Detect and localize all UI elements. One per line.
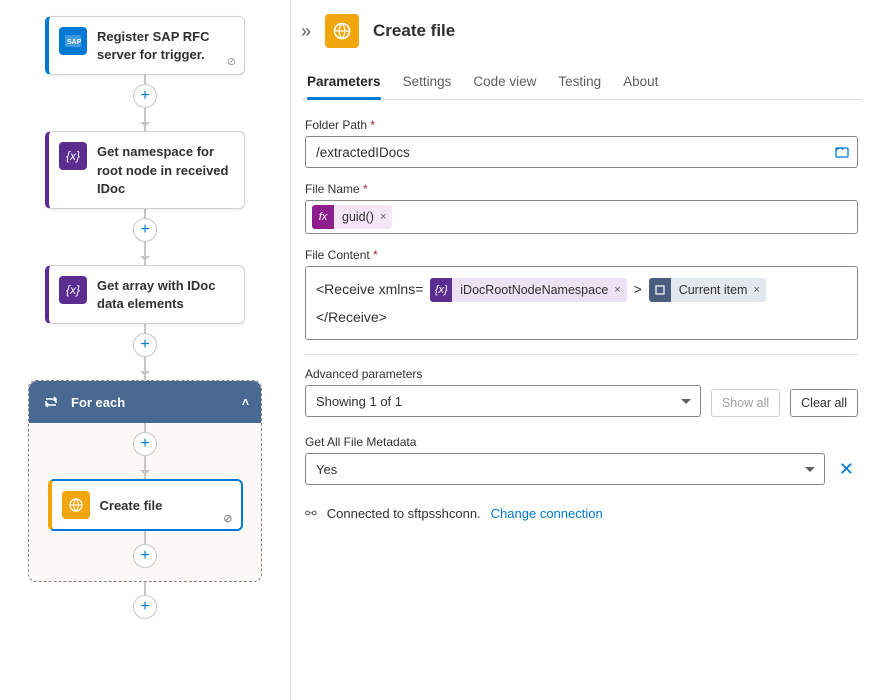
node-label: Get array with IDoc data elements (97, 276, 234, 313)
clear-all-button[interactable]: Clear all (790, 389, 858, 417)
detail-panel: » Create file Parameters Settings Code v… (290, 0, 880, 700)
foreach-label: For each (71, 395, 125, 410)
loop-icon (41, 392, 61, 412)
field-file-name: File Name * fx guid() × (305, 182, 858, 234)
tab-settings[interactable]: Settings (403, 66, 452, 99)
foreach-container[interactable]: For each ˄ + Create file ⊘ + (28, 380, 262, 582)
metadata-row: Yes ✕ (305, 453, 858, 485)
file-name-input[interactable]: fx guid() × (305, 200, 858, 234)
variable-icon: {x} (59, 276, 87, 304)
folder-picker-icon[interactable] (832, 142, 852, 162)
connector: + (29, 531, 261, 567)
connector: + (29, 423, 261, 479)
add-step-button[interactable]: + (133, 544, 157, 568)
add-step-button[interactable]: + (133, 218, 157, 242)
node-register-sap[interactable]: SAP Register SAP RFC server for trigger.… (45, 16, 245, 75)
panel-header: » Create file (301, 14, 862, 48)
remove-token-icon[interactable]: × (614, 276, 626, 304)
remove-token-icon[interactable]: × (753, 276, 765, 304)
file-content-input[interactable]: <Receive xmlns= {x} iDocRootNodeNamespac… (305, 266, 858, 340)
remove-token-icon[interactable]: × (380, 211, 392, 223)
collapse-panel-button[interactable]: » (301, 15, 319, 48)
add-step-button[interactable]: + (133, 595, 157, 619)
connector: + (0, 324, 290, 380)
change-connection-link[interactable]: Change connection (491, 506, 603, 521)
node-create-file[interactable]: Create file ⊘ (48, 479, 243, 531)
panel-title: Create file (373, 21, 455, 41)
node-get-array[interactable]: {x} Get array with IDoc data elements (45, 265, 245, 324)
add-step-button[interactable]: + (133, 333, 157, 357)
item-icon (649, 278, 671, 302)
divider (305, 354, 858, 355)
field-folder-path: Folder Path * (305, 118, 858, 168)
variable-token[interactable]: {x} iDocRootNodeNamespace × (430, 278, 626, 302)
designer-canvas: SAP Register SAP RFC server for trigger.… (0, 0, 290, 700)
advanced-params-label: Advanced parameters (305, 367, 858, 381)
connector: + (0, 582, 290, 618)
link-icon: ⚯ (305, 505, 317, 522)
current-item-token[interactable]: Current item × (649, 278, 766, 302)
node-label: Get namespace for root node in received … (97, 142, 234, 198)
variable-icon: {x} (59, 142, 87, 170)
chevron-up-icon: ˄ (242, 395, 249, 409)
tab-bar: Parameters Settings Code view Testing Ab… (301, 66, 862, 100)
field-file-content: File Content * <Receive xmlns= {x} iDocR… (305, 248, 858, 340)
fx-icon: fx (312, 205, 334, 229)
tab-testing[interactable]: Testing (558, 66, 601, 99)
foreach-header[interactable]: For each ˄ (29, 381, 261, 423)
advanced-params-select[interactable]: Showing 1 of 1 (305, 385, 701, 417)
remove-param-button[interactable]: ✕ (835, 455, 858, 484)
advanced-params-row: Showing 1 of 1 Show all Clear all (305, 385, 858, 417)
node-label: Register SAP RFC server for trigger. (97, 27, 234, 64)
field-label: Folder Path * (305, 118, 858, 132)
tab-parameters[interactable]: Parameters (307, 66, 381, 99)
sftp-icon (325, 14, 359, 48)
connector: + (0, 209, 290, 265)
fx-token[interactable]: fx guid() × (312, 205, 392, 229)
connector: + (0, 75, 290, 131)
svg-text:SAP: SAP (67, 39, 81, 46)
add-step-button[interactable]: + (133, 432, 157, 456)
node-label: Create file (100, 498, 163, 513)
link-icon: ⊘ (223, 512, 232, 525)
field-label: File Content * (305, 248, 858, 262)
metadata-select[interactable]: Yes (305, 453, 825, 485)
variable-icon: {x} (430, 278, 452, 302)
tab-about[interactable]: About (623, 66, 658, 99)
add-step-button[interactable]: + (133, 84, 157, 108)
folder-path-input[interactable] (305, 136, 858, 168)
link-icon: ⊘ (227, 55, 236, 70)
metadata-label: Get All File Metadata (305, 435, 858, 449)
sap-icon: SAP (59, 27, 87, 55)
node-get-namespace[interactable]: {x} Get namespace for root node in recei… (45, 131, 245, 209)
connection-row: ⚯ Connected to sftpsshconn. Change conne… (305, 505, 862, 522)
connection-text: Connected to sftpsshconn. (327, 506, 481, 521)
field-label: File Name * (305, 182, 858, 196)
tab-code-view[interactable]: Code view (473, 66, 536, 99)
sftp-icon (62, 491, 90, 519)
show-all-button[interactable]: Show all (711, 389, 780, 417)
